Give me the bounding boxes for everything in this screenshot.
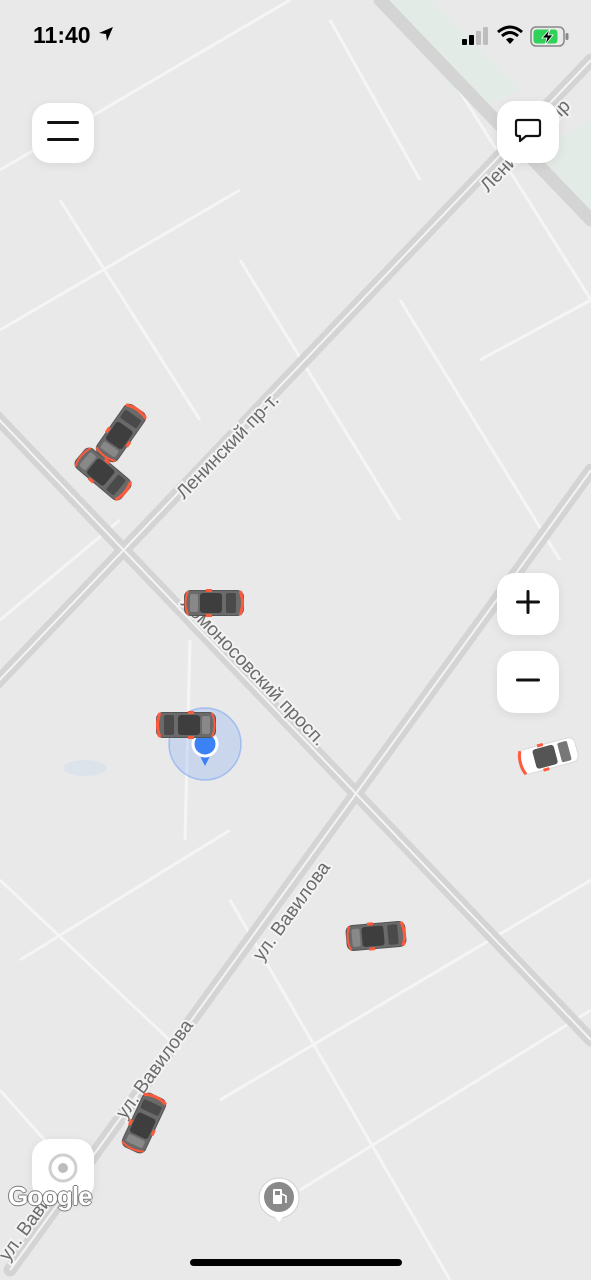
menu-button[interactable] xyxy=(32,103,94,163)
status-bar: 11:40 xyxy=(0,0,591,72)
cellular-signal-icon xyxy=(462,27,490,50)
wifi-icon xyxy=(497,25,523,50)
zoom-in-button[interactable] xyxy=(497,573,559,635)
map-canvas[interactable]: Ленинский пр-т. Ленинский пр-т. Ленински… xyxy=(0,0,591,1280)
home-indicator[interactable] xyxy=(190,1259,402,1266)
chat-bubble-icon xyxy=(514,116,542,149)
hamburger-menu-icon xyxy=(47,119,79,148)
status-time: 11:40 xyxy=(33,22,91,48)
zoom-out-button[interactable] xyxy=(497,651,559,713)
minus-icon xyxy=(514,666,542,699)
location-arrow-icon xyxy=(97,25,115,48)
google-attribution: Google xyxy=(8,1181,93,1211)
plus-icon xyxy=(514,588,542,621)
car-marker[interactable] xyxy=(182,587,246,619)
chat-button[interactable] xyxy=(497,101,559,163)
battery-charging-icon xyxy=(530,26,570,53)
car-marker[interactable] xyxy=(154,709,218,741)
